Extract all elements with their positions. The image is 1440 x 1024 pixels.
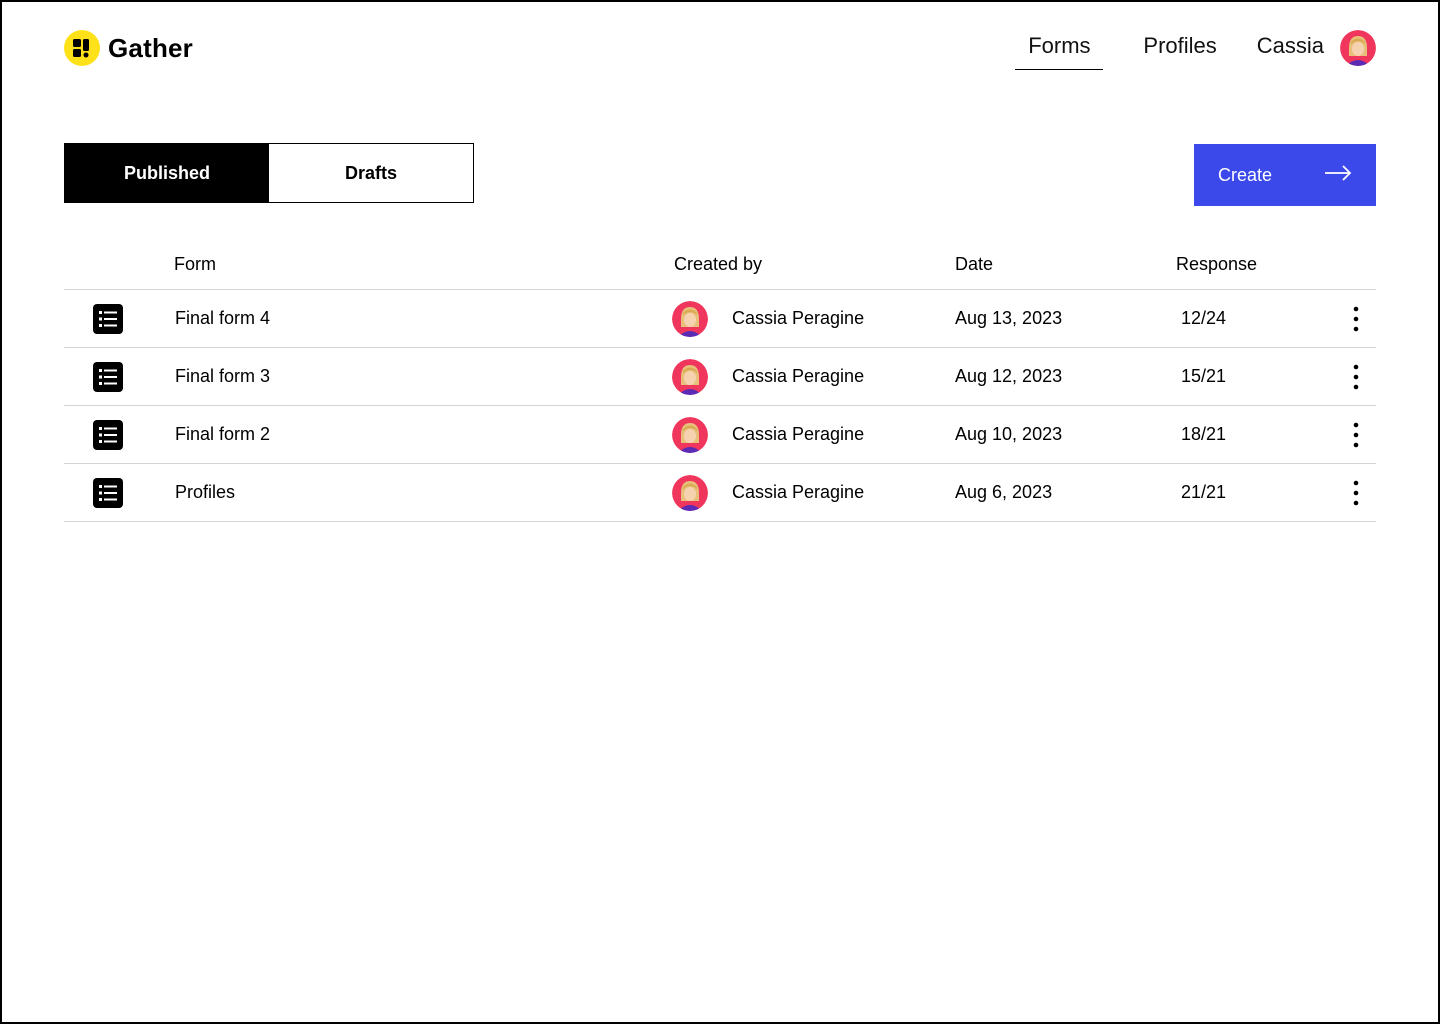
- form-name[interactable]: Profiles: [175, 482, 235, 503]
- form-date: Aug 12, 2023: [955, 366, 1063, 386]
- more-options-icon[interactable]: [1344, 304, 1368, 334]
- form-name[interactable]: Final form 4: [175, 308, 270, 329]
- table-row[interactable]: Final form 3 Cassia Peragine Aug 12, 202…: [64, 348, 1376, 406]
- tab-drafts[interactable]: Drafts: [269, 144, 473, 202]
- brand-name: Gather: [108, 32, 194, 63]
- nav-forms[interactable]: Forms: [1015, 27, 1104, 70]
- gather-logo-icon: [64, 30, 100, 66]
- author-avatar: [672, 359, 708, 395]
- author-name: Cassia Peragine: [732, 366, 865, 386]
- more-options-icon[interactable]: [1344, 478, 1368, 508]
- form-date: Aug 13, 2023: [955, 308, 1063, 328]
- author-avatar: [672, 301, 708, 337]
- form-date: Aug 10, 2023: [955, 424, 1063, 444]
- user-name[interactable]: Cassia: [1257, 27, 1324, 70]
- nav-profiles[interactable]: Profiles: [1143, 27, 1216, 70]
- tab-published[interactable]: Published: [65, 144, 269, 202]
- author-avatar: [672, 475, 708, 511]
- arrow-right-icon: [1324, 164, 1352, 186]
- author-name: Cassia Peragine: [732, 424, 865, 444]
- header-response: Response: [1176, 254, 1258, 274]
- status-tabs: Published Drafts: [64, 143, 474, 203]
- table-header: Form Created by Date Response: [64, 248, 1376, 290]
- form-response: 21/21: [1181, 482, 1227, 502]
- forms-table: Form Created by Date Response Final form…: [64, 248, 1376, 522]
- more-options-icon[interactable]: [1344, 362, 1368, 392]
- form-list-icon: [93, 362, 123, 392]
- form-list-icon: [93, 304, 123, 334]
- table-row[interactable]: Final form 2 Cassia Peragine Aug 10, 202…: [64, 406, 1376, 464]
- header-form: Form: [174, 254, 216, 274]
- author-name: Cassia Peragine: [732, 482, 865, 502]
- create-button[interactable]: Create: [1194, 144, 1376, 206]
- form-response: 12/24: [1181, 308, 1227, 328]
- brand[interactable]: Gather: [64, 30, 193, 66]
- main-nav: Forms Profiles Cassia: [1015, 27, 1376, 70]
- form-response: 15/21: [1181, 366, 1227, 386]
- top-header: Gather Forms Profiles Cassia: [64, 28, 1376, 72]
- header-created-by: Created by: [674, 254, 763, 274]
- user-avatar[interactable]: [1340, 30, 1376, 66]
- header-date: Date: [955, 254, 994, 274]
- table-row[interactable]: Profiles Cassia Peragine Aug 6, 2023 21/…: [64, 464, 1376, 522]
- table-row[interactable]: Final form 4 Cassia Peragine Aug 13, 202…: [64, 290, 1376, 348]
- form-list-icon: [93, 478, 123, 508]
- form-name[interactable]: Final form 2: [175, 424, 270, 445]
- author-avatar: [672, 417, 708, 453]
- form-date: Aug 6, 2023: [955, 482, 1053, 502]
- form-list-icon: [93, 420, 123, 450]
- author-name: Cassia Peragine: [732, 308, 865, 328]
- form-response: 18/21: [1181, 424, 1227, 444]
- form-name[interactable]: Final form 3: [175, 366, 270, 387]
- more-options-icon[interactable]: [1344, 420, 1368, 450]
- create-button-label: Create: [1218, 164, 1273, 185]
